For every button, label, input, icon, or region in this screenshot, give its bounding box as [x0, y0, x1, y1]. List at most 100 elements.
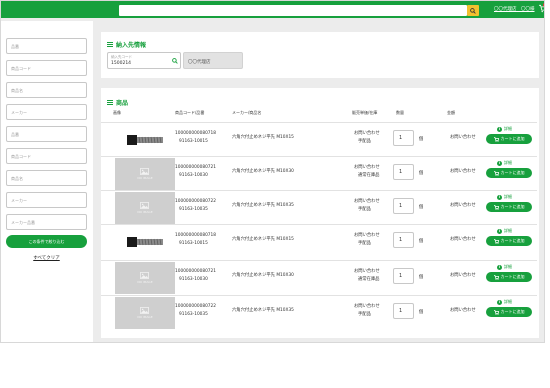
detail-link[interactable]: i 詳細 — [497, 299, 512, 305]
filter-field-part-number-2[interactable]: 品番 — [6, 126, 87, 142]
detail-link[interactable]: i 詳細 — [497, 228, 512, 234]
info-icon: i — [497, 160, 502, 166]
delivery-code-field[interactable]: 納入先コード 1500214 — [107, 52, 181, 69]
amount: お問い合わせ — [450, 237, 476, 242]
unit-price: お問い合わせ — [354, 199, 380, 204]
amount: お問い合わせ — [450, 308, 476, 313]
detail-link[interactable]: i 詳細 — [497, 264, 512, 270]
quantity-input[interactable]: 1 — [393, 130, 414, 146]
products-heading: 商品 — [107, 98, 128, 107]
cart-icon — [493, 136, 499, 142]
user-account-link[interactable]: 〇〇代理店 〇〇様 — [494, 6, 535, 12]
product-name: 六角穴付止めネジ平先 M10X35 — [232, 203, 294, 208]
stock-status: 手配品 — [358, 312, 371, 317]
filter-field-product-code[interactable]: 商品コード — [6, 60, 87, 76]
detail-link[interactable]: i 詳細 — [497, 160, 512, 166]
detail-link[interactable]: i 詳細 — [497, 194, 512, 200]
product-thumbnail[interactable]: NO IMAGE — [115, 158, 175, 190]
stock-status: 通常在庫品 — [358, 173, 380, 178]
column-header-amount: 金額 — [447, 110, 455, 115]
product-code: 100000000080721 — [175, 269, 217, 274]
column-header-maker-name: メーカー/商品名 — [232, 110, 262, 115]
amount: お問い合わせ — [450, 203, 476, 208]
quantity-input[interactable]: 1 — [393, 268, 414, 284]
unit-price: お問い合わせ — [354, 304, 380, 309]
product-name: 六角穴付止めネジ平先 M10X30 — [232, 169, 294, 174]
products-panel: 商品 画像 商品コード/品番 メーカー/商品名 販売単価/在庫 数量 金額 10… — [101, 88, 539, 338]
detail-label: 詳細 — [504, 126, 512, 131]
product-code: 100000000080722 — [175, 304, 217, 309]
unit-price: お問い合わせ — [354, 269, 380, 274]
quantity-input[interactable]: 1 — [393, 303, 414, 319]
quantity-input[interactable]: 1 — [393, 164, 414, 180]
product-thumbnail[interactable]: NO IMAGE — [115, 297, 175, 329]
quantity-input[interactable]: 1 — [393, 198, 414, 214]
detail-label: 詳細 — [504, 194, 512, 199]
filter-field-product-code-2[interactable]: 商品コード — [6, 148, 87, 164]
add-to-cart-button[interactable]: カートに追加 — [486, 307, 532, 317]
info-icon: i — [497, 264, 502, 270]
product-code: 100000000080718 — [175, 233, 217, 238]
screw-product-image — [127, 135, 163, 145]
quantity-unit: 個 — [419, 137, 424, 142]
add-to-cart-button[interactable]: カートに追加 — [486, 236, 532, 246]
product-thumbnail[interactable]: NO IMAGE — [115, 192, 175, 224]
unit-price: お問い合わせ — [354, 131, 380, 136]
quantity-input[interactable]: 1 — [393, 232, 414, 248]
product-code: 100000000080721 — [175, 165, 217, 170]
no-image-placeholder: NO IMAGE — [137, 168, 153, 180]
product-thumbnail[interactable]: NO IMAGE — [115, 262, 175, 294]
filter-field-maker-part-number[interactable]: メーカー品番 — [6, 214, 87, 230]
cart-icon — [493, 238, 499, 244]
detail-link[interactable]: i 詳細 — [497, 126, 512, 132]
search-icon[interactable] — [172, 58, 178, 64]
quantity-unit: 個 — [419, 310, 424, 315]
quantity-unit: 個 — [419, 275, 424, 280]
product-thumbnail[interactable] — [115, 124, 175, 156]
product-row: NO IMAGE 100000000080721 91163-10030 六角穴… — [101, 156, 537, 190]
unit-price: お問い合わせ — [354, 165, 380, 170]
stock-status: 手配品 — [358, 207, 371, 212]
screw-product-image — [127, 237, 163, 247]
list-icon — [107, 100, 113, 105]
add-to-cart-button[interactable]: カートに追加 — [486, 134, 532, 144]
filter-field-product-name-2[interactable]: 商品名 — [6, 170, 87, 186]
image-placeholder-icon — [140, 272, 150, 279]
product-row: NO IMAGE 100000000080722 91163-10035 六角穴… — [101, 295, 537, 329]
info-icon: i — [497, 194, 502, 200]
product-code: 100000000080718 — [175, 131, 217, 136]
filter-field-product-name[interactable]: 商品名 — [6, 82, 87, 98]
product-thumbnail[interactable] — [115, 226, 175, 258]
search-icon — [470, 7, 476, 14]
no-image-label: NO IMAGE — [137, 280, 153, 284]
add-to-cart-button[interactable]: カートに追加 — [486, 168, 532, 178]
apply-filter-button[interactable]: この条件で絞り込む — [6, 235, 87, 248]
detail-label: 詳細 — [504, 299, 512, 304]
filter-field-maker[interactable]: メーカー — [6, 104, 87, 120]
cart-badge — [543, 3, 544, 7]
filter-field-maker-2[interactable]: メーカー — [6, 192, 87, 208]
detail-label: 詳細 — [504, 264, 512, 269]
add-to-cart-label: カートに追加 — [500, 274, 525, 279]
stock-status: 手配品 — [358, 139, 371, 144]
unit-price: お問い合わせ — [354, 233, 380, 238]
quantity-unit: 個 — [419, 171, 424, 176]
add-to-cart-button[interactable]: カートに追加 — [486, 272, 532, 282]
image-placeholder-icon — [140, 168, 150, 175]
column-header-code: 商品コード/品番 — [175, 110, 205, 115]
no-image-label: NO IMAGE — [137, 176, 153, 180]
search-button[interactable] — [467, 5, 479, 16]
stock-status: 手配品 — [358, 241, 371, 246]
filter-field-part-number[interactable]: 品番 — [6, 38, 87, 54]
cart-icon — [493, 170, 499, 176]
product-row: NO IMAGE 100000000080721 91163-10030 六角穴… — [101, 260, 537, 294]
search-input[interactable] — [119, 5, 467, 16]
product-code: 100000000080722 — [175, 199, 217, 204]
part-number: 91163-10015 — [179, 139, 208, 144]
product-name: 六角穴付止めネジ平先 M10X30 — [232, 273, 294, 278]
add-to-cart-button[interactable]: カートに追加 — [486, 202, 532, 212]
delivery-info-panel: 納入先情報 納入先コード 1500214 〇〇代理店 — [101, 32, 539, 78]
clear-all-link[interactable]: すべてクリア — [6, 255, 87, 261]
cart-icon[interactable] — [539, 4, 545, 13]
no-image-placeholder: NO IMAGE — [137, 307, 153, 319]
